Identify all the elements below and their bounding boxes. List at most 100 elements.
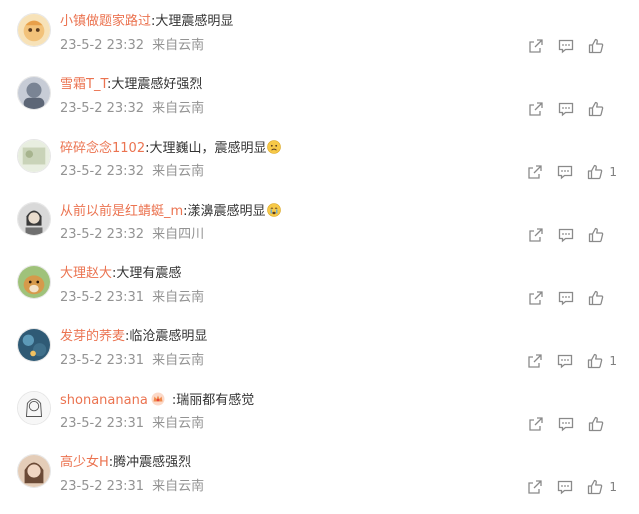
avatar-image (18, 77, 50, 109)
comment-text: 发芽的荞麦:临沧震感明显 (60, 329, 207, 345)
username-link[interactable]: 小镇做题家路过 (60, 14, 151, 29)
crying-emoji-icon (266, 203, 281, 217)
comment-text: shonananana :瑞丽都有感觉 (60, 392, 254, 409)
forward-icon (528, 480, 543, 494)
like-count: 1 (609, 165, 617, 179)
comment-icon (558, 480, 573, 495)
forward-icon (529, 102, 543, 116)
comment-meta: 23-5-2 23:31 来自云南 (60, 290, 204, 306)
comment-button[interactable] (558, 290, 574, 306)
like-button[interactable] (588, 38, 617, 54)
like-button[interactable] (588, 416, 617, 432)
comment-text: 小镇做题家路过:大理震感明显 (60, 14, 233, 30)
avatar-image (18, 329, 50, 361)
comment-icon (558, 102, 574, 117)
forward-button[interactable] (528, 416, 544, 432)
avatar[interactable] (17, 391, 51, 425)
comment-item: 碎碎念念1102:大理巍山，震感明显 23-5-2 23:32 来自云南 1 (0, 139, 639, 199)
comment-button[interactable] (558, 101, 574, 117)
forward-button[interactable] (527, 353, 543, 369)
comment-actions: 1 (513, 478, 617, 496)
avatar[interactable] (17, 454, 51, 488)
comment-icon (558, 417, 574, 432)
comment-actions (514, 415, 617, 433)
like-icon (588, 164, 603, 180)
avatar[interactable] (17, 139, 51, 173)
comment-location: 来自云南 (152, 353, 205, 368)
comment-button[interactable] (558, 38, 574, 54)
comment-actions: 1 (513, 163, 617, 181)
comment-content: :大理巍山，震感明显 (145, 141, 267, 156)
avatar[interactable] (17, 76, 51, 110)
forward-button[interactable] (528, 38, 544, 54)
like-count: 1 (609, 354, 617, 368)
forward-icon (529, 39, 543, 53)
forward-button[interactable] (528, 101, 544, 117)
like-button[interactable]: 1 (587, 353, 617, 369)
comment-list: 小镇做题家路过:大理震感明显 23-5-2 23:32 来自云南 雪霜T_T:大… (0, 0, 639, 509)
username-link[interactable]: 从前以前是红蜻蜓_m (60, 204, 183, 219)
like-button[interactable] (588, 290, 617, 306)
comment-meta: 23-5-2 23:31 来自云南 (60, 416, 204, 432)
comment-item: 从前以前是红蜻蜓_m:漾濞震感明显 23-5-2 23:32 来自四川 (0, 202, 639, 262)
comment-location: 来自云南 (152, 38, 205, 53)
comment-time: 23-5-2 23:31 (60, 479, 145, 494)
avatar[interactable] (17, 202, 51, 236)
forward-icon (528, 354, 543, 368)
username-link[interactable]: 发芽的荞麦 (60, 329, 125, 344)
comment-button[interactable] (558, 416, 574, 432)
avatar-image (18, 14, 50, 46)
comment-item: 发芽的荞麦:临沧震感明显 23-5-2 23:31 来自云南 1 (0, 328, 639, 388)
comment-text: 从前以前是红蜻蜓_m:漾濞震感明显 (60, 203, 281, 220)
comment-item: 大理赵大:大理有震感 23-5-2 23:31 来自云南 (0, 265, 639, 325)
like-icon (588, 290, 604, 306)
comment-location: 来自云南 (152, 101, 205, 116)
like-button[interactable] (588, 227, 617, 243)
avatar[interactable] (17, 13, 51, 47)
like-button[interactable] (588, 101, 617, 117)
avatar[interactable] (17, 265, 51, 299)
like-icon (588, 101, 604, 117)
like-icon (588, 353, 603, 369)
forward-button[interactable] (528, 290, 544, 306)
comment-location: 来自四川 (152, 227, 205, 242)
comment-content: :大理震感明显 (151, 14, 234, 29)
username-link[interactable]: shonananana (60, 393, 148, 408)
comment-button[interactable] (557, 479, 573, 495)
username-link[interactable]: 大理赵大 (60, 266, 112, 281)
like-icon (588, 227, 604, 243)
comment-time: 23-5-2 23:31 (60, 416, 145, 431)
comment-time: 23-5-2 23:32 (60, 164, 145, 179)
forward-icon (529, 228, 543, 242)
comment-time: 23-5-2 23:31 (60, 353, 145, 368)
forward-button[interactable] (527, 479, 543, 495)
comment-icon (558, 39, 574, 54)
comment-button[interactable] (557, 164, 573, 180)
forward-icon (529, 417, 543, 431)
comment-actions (514, 226, 617, 244)
forward-icon (529, 291, 543, 305)
like-button[interactable]: 1 (587, 164, 617, 180)
avatar[interactable] (17, 328, 51, 362)
username-link[interactable]: 碎碎念念1102 (60, 141, 145, 156)
like-icon (588, 479, 603, 495)
comment-button[interactable] (557, 353, 573, 369)
username-link[interactable]: 高少女H (60, 455, 109, 470)
comment-actions (514, 100, 617, 118)
comment-time: 23-5-2 23:31 (60, 290, 145, 305)
comment-text: 大理赵大:大理有震感 (60, 266, 181, 282)
comment-button[interactable] (558, 227, 574, 243)
comment-time: 23-5-2 23:32 (60, 38, 145, 53)
forward-button[interactable] (528, 227, 544, 243)
comment-time: 23-5-2 23:32 (60, 227, 145, 242)
avatar-image (18, 266, 50, 298)
like-count: 1 (609, 480, 617, 494)
comment-location: 来自云南 (152, 290, 205, 305)
like-button[interactable]: 1 (587, 479, 617, 495)
comment-item: 高少女H:腾冲震感强烈 23-5-2 23:31 来自云南 1 (0, 454, 639, 514)
username-link[interactable]: 雪霜T_T (60, 77, 107, 92)
comment-meta: 23-5-2 23:31 来自云南 (60, 353, 204, 369)
comment-content: :瑞丽都有感觉 (167, 393, 255, 408)
forward-button[interactable] (527, 164, 543, 180)
comment-icon (558, 228, 574, 243)
